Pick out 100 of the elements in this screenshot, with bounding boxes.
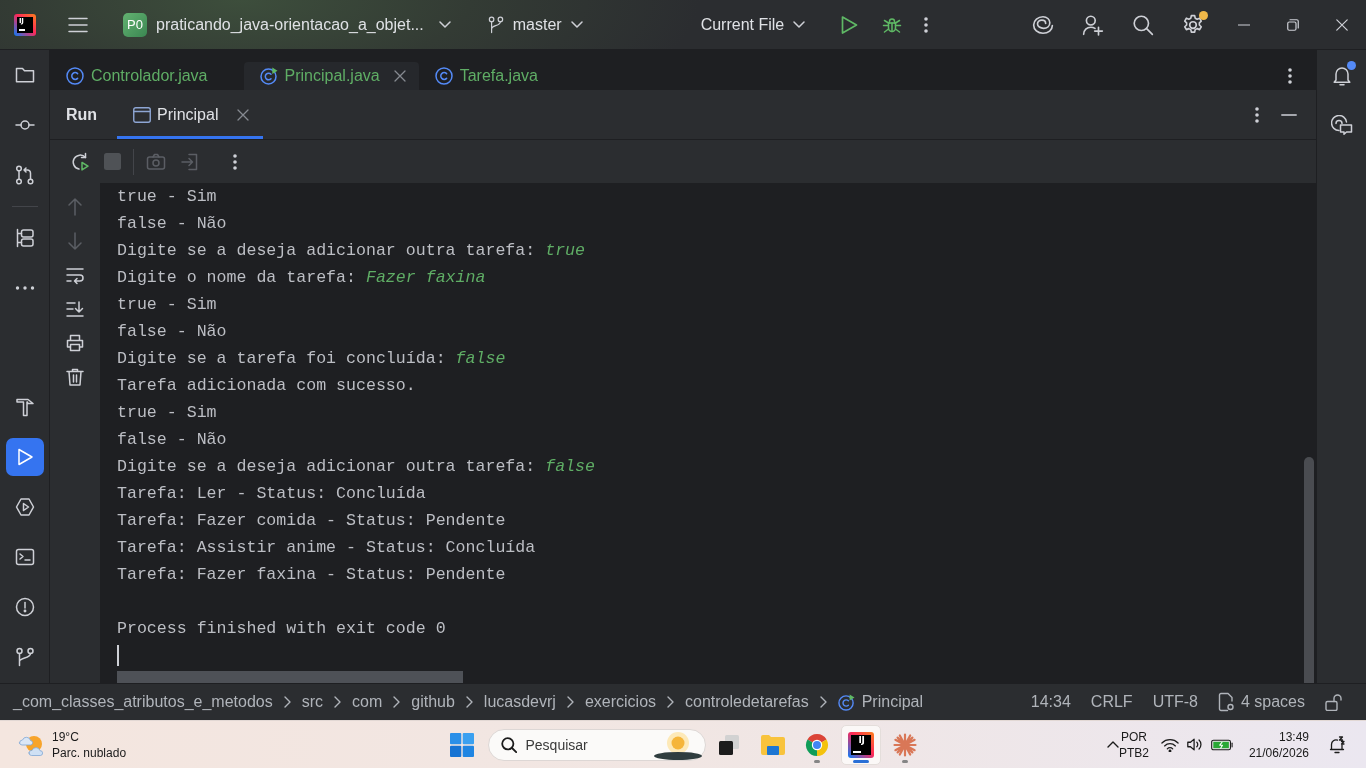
console-line: Tarefa adicionada com sucesso. — [117, 375, 417, 397]
run-tool-button[interactable] — [5, 438, 44, 476]
rerun-icon[interactable] — [70, 151, 90, 172]
weather-condition: Parc. nublado — [52, 744, 127, 761]
chevron-down-icon — [793, 21, 806, 28]
cursor-position[interactable]: 14:34 — [1030, 693, 1071, 711]
settings-icon[interactable] — [1182, 13, 1204, 36]
chevron-down-icon — [438, 21, 451, 28]
process-exit-message: Process finished with exit code 0 — [117, 618, 447, 640]
vertical-scrollbar-thumb[interactable] — [1304, 457, 1314, 683]
weather-temperature: 19°C — [52, 728, 79, 745]
close-icon[interactable] — [393, 70, 406, 82]
console-icon — [133, 106, 152, 123]
chevron-right-icon — [667, 696, 675, 708]
print-icon[interactable] — [65, 333, 85, 353]
run-icon[interactable] — [839, 14, 860, 35]
console-line: Digite se a deseja adicionar outra tarefa: false — [117, 456, 596, 478]
class-icon — [434, 67, 453, 85]
more-icon[interactable] — [1288, 68, 1292, 84]
editor-tab[interactable]: Principal.java — [243, 62, 419, 90]
console-line: Digite o nome da tarefa: Fazer faxina — [117, 267, 487, 289]
clock-date[interactable]: 21/06/2026 — [1248, 744, 1309, 761]
more-icon — [14, 286, 35, 290]
git-branch-icon — [487, 15, 504, 34]
breadcrumb-item[interactable]: Principal — [837, 693, 924, 711]
close-icon[interactable] — [237, 108, 250, 121]
scroll-to-end-icon[interactable] — [65, 299, 85, 319]
breadcrumb-item[interactable]: src — [301, 693, 324, 711]
bell-icon[interactable] — [1331, 64, 1352, 86]
console-line: Tarefa: Assistir anime - Status: Concluída — [117, 537, 537, 559]
console-line: false - Não — [117, 213, 228, 235]
console-line: true - Sim — [117, 402, 218, 424]
folder-icon — [759, 733, 786, 756]
console-line: Tarefa: Fazer comida - Status: Pendente — [117, 510, 507, 532]
chevron-right-icon — [334, 696, 342, 708]
horizontal-scrollbar-thumb[interactable] — [117, 671, 463, 683]
notification-bell-icon[interactable] — [1329, 735, 1345, 754]
keyboard-layout[interactable]: PTB2 — [1118, 744, 1149, 761]
editor-tab[interactable]: Controlador.java — [50, 62, 244, 90]
console-line: Tarefa: Fazer faxina - Status: Pendente — [117, 564, 507, 586]
console-line: false - Não — [117, 429, 228, 451]
starburst-icon — [892, 732, 917, 757]
soft-wrap-icon[interactable] — [65, 265, 85, 285]
unlocked-icon[interactable] — [1325, 693, 1342, 711]
more-icon[interactable] — [1255, 106, 1259, 123]
run-panel-title: Run — [66, 105, 98, 124]
chevron-right-icon — [283, 696, 291, 708]
breadcrumb-item[interactable]: com — [352, 693, 383, 711]
file-settings-icon — [1217, 692, 1235, 712]
project-badge: P0 — [123, 12, 147, 37]
breadcrumb-item[interactable]: _com_classes_atributos_e_metodos — [13, 693, 273, 711]
editor-tab[interactable]: Tarefa.java — [418, 62, 574, 90]
class-icon — [66, 67, 84, 85]
pull-request-icon — [14, 165, 35, 185]
file-encoding[interactable]: UTF-8 — [1152, 693, 1198, 711]
restore-icon — [1286, 18, 1299, 31]
branch-dropdown[interactable]: master — [487, 15, 583, 34]
console-line: true - Sim — [117, 186, 218, 208]
console-line: Tarefa: Ler - Status: Concluída — [117, 483, 427, 505]
add-user-icon[interactable] — [1082, 13, 1104, 36]
console-line: Digite se a deseja adicionar outra tarefa: true — [117, 240, 587, 262]
input-language[interactable]: POR — [1120, 728, 1147, 745]
structure-icon — [14, 228, 35, 248]
chevron-right-icon — [393, 696, 401, 708]
folder-icon — [14, 65, 35, 85]
hammer-icon — [14, 397, 35, 417]
browser-icon — [804, 732, 829, 757]
breadcrumb-item[interactable]: controledetarefas — [685, 693, 809, 711]
main-class-icon — [837, 693, 855, 711]
hide-icon[interactable] — [1281, 113, 1297, 116]
taskbar-app-button[interactable]: IJ — [840, 724, 881, 765]
more-icon[interactable] — [924, 16, 929, 33]
spiral-icon[interactable] — [1032, 13, 1054, 36]
volume-icon[interactable] — [1185, 737, 1204, 752]
terminal-icon — [14, 547, 35, 567]
console-line: true - Sim — [117, 294, 218, 316]
breadcrumb-item[interactable]: lucasdevrj — [483, 693, 556, 711]
search-icon — [500, 736, 517, 753]
menu-icon[interactable] — [68, 16, 88, 33]
clock-time[interactable]: 13:49 — [1278, 728, 1309, 745]
project-dropdown[interactable]: praticando_java-orientacao_a_objet... — [156, 15, 451, 34]
commit-icon — [14, 119, 35, 131]
breadcrumb-item[interactable]: exercicios — [584, 693, 657, 711]
search-icon[interactable] — [1132, 13, 1154, 36]
breadcrumb-item[interactable]: github — [411, 693, 455, 711]
minimize-icon — [1237, 23, 1250, 26]
trash-icon[interactable] — [65, 367, 85, 387]
chevron-right-icon — [566, 696, 574, 708]
windows-logo-icon — [449, 732, 474, 757]
more-icon[interactable] — [233, 153, 237, 170]
alert-icon — [14, 597, 35, 617]
indent-setting[interactable]: 4 spaces — [1217, 692, 1305, 712]
battery-charging-icon[interactable] — [1210, 738, 1233, 751]
close-icon — [1335, 18, 1348, 31]
run-configuration-dropdown[interactable]: Current File — [700, 15, 806, 34]
line-separator[interactable]: CRLF — [1090, 693, 1133, 711]
wifi-icon[interactable] — [1160, 737, 1179, 752]
chevron-right-icon — [819, 696, 827, 708]
chevron-up-icon[interactable] — [1106, 741, 1119, 748]
chat-icon[interactable] — [1330, 115, 1353, 135]
